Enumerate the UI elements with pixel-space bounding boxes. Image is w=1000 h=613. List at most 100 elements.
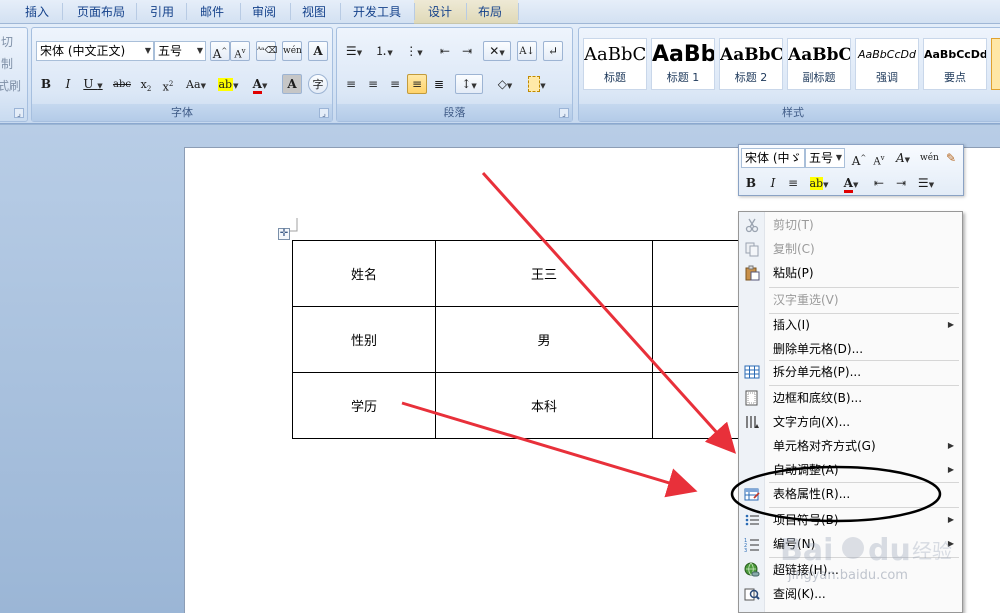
italic-icon[interactable]: I [58,74,78,94]
shading-icon[interactable]: ◇▼ [491,74,519,94]
table-cell[interactable]: 学历 [292,372,436,439]
menu-item-insert[interactable]: 插入(I) ▶ [739,313,962,337]
strikethrough-icon[interactable]: abc [110,74,134,94]
grow-font-icon[interactable]: A^ [849,148,869,168]
align-right-icon[interactable]: ≡ [385,74,405,94]
font-name-combo[interactable]: 宋体 (中文正文) ▼ [36,41,154,61]
bold-icon[interactable]: B [36,74,56,94]
highlight-color-icon[interactable]: ab▼ [214,74,242,94]
underline-icon[interactable]: U ▼ [80,74,106,94]
phonetic-guide-icon[interactable]: wén [282,41,302,61]
center-icon[interactable]: ≡ [783,173,803,193]
menu-item-label: 粘贴(P) [773,266,814,280]
ribbon: 切 制 式刷 ⌟ 宋体 (中文正文) ▼ 五号 ▼ A^ Av ᴬᵃ⌫ wén … [0,24,1000,124]
menu-item-lookup[interactable]: 查阅(K)... [739,582,962,606]
italic-icon[interactable]: I [763,173,783,193]
shrink-font-icon[interactable]: Av [230,41,250,61]
table-cell[interactable]: 本科 [435,372,653,439]
sort-icon[interactable]: A↓ [517,41,537,61]
bullets-icon[interactable]: ☰▼ [913,173,939,193]
show-marks-icon[interactable]: ↵ [543,41,563,61]
increase-indent-icon[interactable]: ⇥ [457,41,477,61]
tab-insert[interactable]: 插入 [14,0,60,24]
line-spacing-icon[interactable]: ↕▼ [455,74,483,94]
enclose-characters-icon[interactable]: 字 [308,74,328,94]
menu-item-paste[interactable]: 粘贴(P) [739,261,962,285]
numbering-icon: 123 [744,538,759,552]
menu-item-reconversion[interactable]: 汉字重选(V) [739,288,962,312]
table-cell[interactable]: 性别 [292,306,436,373]
style-gallery-more[interactable] [991,38,1000,90]
subscript-icon[interactable]: x2 [136,74,156,94]
align-left-icon[interactable]: ≡ [341,74,361,94]
bold-icon[interactable]: B [741,173,761,193]
menu-item-delete-cells[interactable]: 删除单元格(D)... [739,337,962,361]
increase-indent-icon[interactable]: ⇥ [891,173,911,193]
style-emphasis[interactable]: AaBbCcDd 强调 [855,38,919,90]
table-row: 性别 男 [292,306,753,373]
styles-quick-icon[interactable]: A▼ [891,148,915,168]
tab-developer[interactable]: 开发工具 [344,0,410,24]
shrink-font-icon[interactable]: Av [869,148,889,168]
table-move-handle-icon[interactable]: ✛ [278,228,290,240]
tab-view[interactable]: 视图 [292,0,336,24]
change-case-icon[interactable]: Aa▼ [182,74,210,94]
bullets-icon[interactable]: ☰▼ [341,41,367,61]
paragraph-dialog-launcher-icon[interactable]: ⌟ [559,108,569,118]
font-color-icon[interactable]: A▼ [837,173,865,193]
format-painter-label[interactable]: 式刷 [0,77,21,94]
menu-item-autofit[interactable]: 自动调整(A) ▶ [739,458,962,482]
menu-item-split-cells[interactable]: 拆分单元格(P)... [739,360,962,384]
format-painter-icon[interactable]: ✎ [941,148,961,168]
font-dialog-launcher-icon[interactable]: ⌟ [319,108,329,118]
decrease-indent-icon[interactable]: ⇤ [869,173,889,193]
clear-format-icon[interactable]: ᴬᵃ⌫ [256,41,277,61]
style-subtitle[interactable]: AaBbC 副标题 [787,38,851,90]
menu-item-numbering[interactable]: 123 编号(N) ▶ [739,532,962,556]
style-heading-2[interactable]: AaBbC 标题 2 [719,38,783,90]
distributed-icon[interactable]: ≣ [429,74,449,94]
mini-font-size-combo[interactable]: 五号 ▼ [805,148,845,168]
tab-review[interactable]: 审阅 [242,0,286,24]
borders-icon[interactable]: ▼ [523,74,551,94]
font-color-icon[interactable]: A▼ [246,74,274,94]
menu-item-bullets[interactable]: 项目符号(B) ▶ [739,508,962,532]
cut-button-label[interactable]: 切 [1,33,13,50]
menu-item-cell-alignment[interactable]: 单元格对齐方式(G) ▶ [739,434,962,458]
menu-item-label: 项目符号(B) [773,513,839,527]
table-cell[interactable]: 男 [435,306,653,373]
phonetic-guide-icon[interactable]: wén [919,148,939,168]
multilevel-list-icon[interactable]: ⋮▼ [401,41,427,61]
menu-item-copy[interactable]: 复制(C) [739,237,962,261]
highlight-color-icon[interactable]: ab▼ [805,173,833,193]
style-title[interactable]: AaBbC 标题 [583,38,647,90]
font-size-combo[interactable]: 五号 ▼ [154,41,206,61]
menu-item-hyperlink[interactable]: 超链接(H)... [739,558,962,582]
table-cell[interactable]: 姓名 [292,240,436,307]
align-center-icon[interactable]: ≡ [363,74,383,94]
style-strong[interactable]: AaBbCcDd 要点 [923,38,987,90]
menu-item-borders-shading[interactable]: 边框和底纹(B)... [739,386,962,410]
tab-page-layout[interactable]: 页面布局 [68,0,134,24]
grow-font-icon[interactable]: A^ [210,41,230,61]
style-heading-1[interactable]: AaBb 标题 1 [651,38,715,90]
numbering-icon[interactable]: ⒈▼ [371,41,397,61]
menu-item-cut[interactable]: 剪切(T) [739,213,962,237]
superscript-icon[interactable]: x2 [158,74,178,94]
chinese-layout-icon[interactable]: ✕▼ [483,41,511,61]
table-cell[interactable]: 王三 [435,240,653,307]
copy-icon [745,242,759,257]
decrease-indent-icon[interactable]: ⇤ [435,41,455,61]
tab-layout[interactable]: 布局 [468,0,512,24]
tab-design[interactable]: 设计 [418,0,462,24]
copy-button-label[interactable]: 制 [1,55,13,72]
character-shading-icon[interactable]: A [282,74,302,94]
clipboard-launcher-icon[interactable]: ⌟ [14,108,24,118]
justify-icon[interactable]: ≡ [407,74,427,94]
tab-mailings[interactable]: 邮件 [190,0,234,24]
mini-font-name-combo[interactable]: 宋体 (中ゞ [741,148,805,168]
character-border-icon[interactable]: A [308,41,328,61]
tab-references[interactable]: 引用 [140,0,184,24]
menu-item-table-properties[interactable]: 表格属性(R)... [739,482,962,506]
menu-item-text-direction[interactable]: 文字方向(X)... [739,410,962,434]
